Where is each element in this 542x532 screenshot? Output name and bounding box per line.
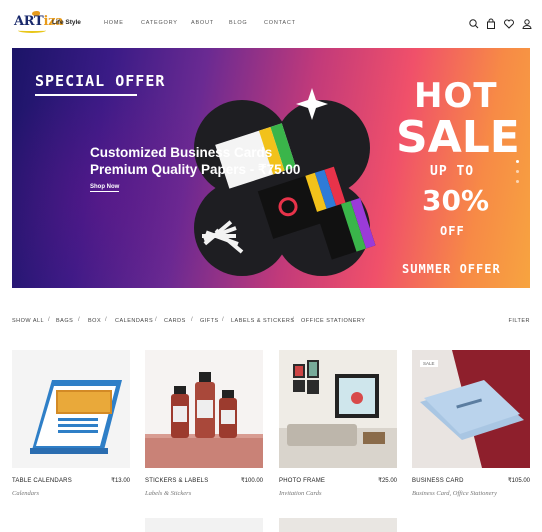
product-card-partial[interactable] xyxy=(279,518,397,532)
banner-title-line2: Premium Quality Papers - ₹75.00 xyxy=(90,162,301,177)
user-icon[interactable] xyxy=(521,18,533,30)
filter-office-stationery[interactable]: OFFICE STATIONERY xyxy=(301,318,365,324)
discount-percent: 30% xyxy=(422,184,490,217)
filter-gifts[interactable]: GIFTS xyxy=(200,318,219,324)
search-icon[interactable] xyxy=(468,18,480,30)
product-image[interactable] xyxy=(12,350,130,468)
hot-text: HOT xyxy=(414,76,498,116)
nav-contact[interactable]: CONTACT xyxy=(264,20,296,26)
sale-text: SALE xyxy=(396,112,520,163)
product-category[interactable]: Business Card, Office Stationery xyxy=(412,490,497,497)
product-price: ₹100.00 xyxy=(240,478,263,484)
off-text: OFF xyxy=(440,224,465,238)
product-image[interactable] xyxy=(279,350,397,468)
nav-about[interactable]: ABOUT xyxy=(191,20,214,26)
product-image[interactable] xyxy=(145,350,263,468)
shop-now-link[interactable]: Shop Now xyxy=(90,184,120,192)
product-name[interactable]: TABLE CALENDARS xyxy=(12,478,72,484)
filter-cards[interactable]: CARDS xyxy=(164,318,186,324)
product-price: ₹105.00 xyxy=(507,478,530,484)
slider-dot[interactable] xyxy=(516,160,519,163)
filter-calendars[interactable]: CALENDARS xyxy=(115,318,153,324)
sale-badge: SALE xyxy=(420,360,438,367)
bag-icon[interactable] xyxy=(485,18,497,30)
heart-icon[interactable] xyxy=(503,18,515,30)
site-header: ARTiza Life Style HOME CATEGORY ABOUT BL… xyxy=(0,0,542,48)
product-price: ₹25.00 xyxy=(378,478,397,484)
business-cards-illustration xyxy=(194,88,376,276)
product-card-partial[interactable] xyxy=(145,518,263,532)
filter-show-all[interactable]: SHOW ALL xyxy=(12,318,44,324)
product-image[interactable]: SALE xyxy=(412,350,530,468)
banner-title-line1: Customized Business Cards xyxy=(90,145,273,160)
slider-dots xyxy=(516,160,520,186)
logo-tagline: Life Style xyxy=(52,19,81,26)
filter-box[interactable]: BOX xyxy=(88,318,101,324)
product-price: ₹13.00 xyxy=(111,478,130,484)
up-to-text: UP TO xyxy=(430,164,475,179)
logo-swoosh-icon xyxy=(18,28,46,33)
nav-home[interactable]: HOME xyxy=(104,20,124,26)
product-name[interactable]: BUSINESS CARD xyxy=(412,478,464,484)
hero-banner[interactable]: SPECIAL OFFER Customized Business Cards … xyxy=(12,48,530,288)
filter-bags[interactable]: BAGS xyxy=(56,318,73,324)
filter-button[interactable]: FILTER xyxy=(508,318,530,324)
filter-labels-stickers[interactable]: LABELS & STICKERS xyxy=(231,318,295,324)
product-category[interactable]: Calendars xyxy=(12,490,39,497)
special-offer-label: SPECIAL OFFER xyxy=(35,72,166,90)
nav-blog[interactable]: BLOG xyxy=(229,20,247,26)
category-filter-bar: SHOW ALL / BAGS / BOX / CALENDARS / CARD… xyxy=(12,317,530,324)
product-category[interactable]: Labels & Stickers xyxy=(145,490,191,497)
summer-offer-text: SUMMER OFFER xyxy=(402,262,501,276)
product-name[interactable]: STICKERS & LABELS xyxy=(145,478,208,484)
logo[interactable]: ARTiza Life Style xyxy=(14,11,84,35)
slider-dot[interactable] xyxy=(516,170,519,173)
product-name[interactable]: PHOTO FRAME xyxy=(279,478,325,484)
slider-dot[interactable] xyxy=(516,180,519,183)
header-icons xyxy=(468,18,532,30)
product-category[interactable]: Invitation Cards xyxy=(279,490,322,497)
nav-category[interactable]: CATEGORY xyxy=(141,20,178,26)
special-offer-underline xyxy=(35,94,137,96)
